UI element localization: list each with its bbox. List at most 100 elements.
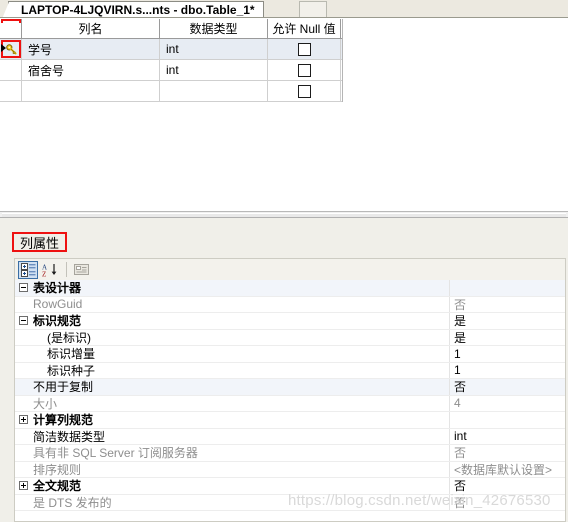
alphabetical-sort-button[interactable]: A Z bbox=[40, 261, 60, 279]
table-row[interactable]: 学号 int bbox=[0, 39, 342, 60]
tab-label: LAPTOP-4LJQVIRN.s...nts - dbo.Table_1* bbox=[21, 3, 255, 17]
property-label: 不用于复制 bbox=[33, 380, 94, 395]
tab-strip-filler bbox=[299, 1, 327, 18]
property-label: 大小 bbox=[33, 396, 58, 411]
property-row-category[interactable]: 计算列规范 bbox=[15, 412, 565, 429]
property-label: 具有非 SQL Server 订阅服务器 bbox=[33, 446, 198, 461]
property-value[interactable]: 是 bbox=[450, 313, 565, 329]
property-row[interactable]: 标识增量 1 bbox=[15, 346, 565, 363]
property-row[interactable]: 简洁数据类型 int bbox=[15, 428, 565, 445]
property-label: 计算列规范 bbox=[33, 413, 94, 428]
property-name: RowGuid bbox=[15, 296, 450, 312]
property-row[interactable]: 排序规则 <数据库默认设置> bbox=[15, 461, 565, 478]
property-row[interactable]: (是标识) 是 bbox=[15, 329, 565, 346]
property-value[interactable]: 是 bbox=[450, 330, 565, 346]
cell-column-name[interactable]: 宿舍号 bbox=[22, 60, 160, 80]
cell-allow-nulls[interactable] bbox=[268, 81, 341, 101]
collapse-expander-icon[interactable] bbox=[19, 316, 28, 325]
property-name: 全文规范 bbox=[15, 478, 450, 494]
table-row[interactable] bbox=[0, 81, 342, 102]
expand-expander-icon[interactable] bbox=[19, 415, 28, 424]
splitter-top-line bbox=[0, 211, 568, 212]
cell-column-name[interactable]: 学号 bbox=[22, 39, 160, 59]
property-name: 是 DTS 发布的 bbox=[15, 494, 450, 510]
row-selector[interactable] bbox=[0, 81, 22, 101]
property-value[interactable]: 1 bbox=[450, 363, 565, 379]
property-name: 标识种子 bbox=[15, 362, 450, 378]
sort-az-icon: A Z bbox=[42, 263, 57, 277]
property-label: 标识种子 bbox=[47, 363, 96, 378]
property-value[interactable]: <数据库默认设置> bbox=[450, 462, 565, 478]
tab-slant-decoration bbox=[2, 2, 9, 19]
property-name: 排序规则 bbox=[15, 461, 450, 477]
property-name: (是标识) bbox=[15, 329, 450, 345]
header-data-type[interactable]: 数据类型 bbox=[160, 19, 268, 38]
current-row-arrow-icon bbox=[1, 44, 6, 52]
cell-allow-nulls[interactable] bbox=[268, 39, 341, 59]
cell-data-type[interactable] bbox=[160, 81, 268, 101]
allow-nulls-checkbox[interactable] bbox=[297, 42, 311, 56]
toolbar-separator bbox=[66, 262, 67, 277]
property-row-category[interactable]: 表设计器 bbox=[15, 280, 565, 297]
horizontal-splitter[interactable] bbox=[0, 211, 568, 218]
ssms-table-designer-window: LAPTOP-4LJQVIRN.s...nts - dbo.Table_1* 列… bbox=[0, 0, 568, 522]
property-row[interactable]: RowGuid 否 bbox=[15, 296, 565, 313]
tab-dbo-table-1[interactable]: LAPTOP-4LJQVIRN.s...nts - dbo.Table_1* bbox=[2, 1, 264, 19]
svg-text:Z: Z bbox=[42, 270, 46, 277]
property-value[interactable]: 否 bbox=[450, 445, 565, 461]
property-row[interactable]: 不用于复制 否 bbox=[15, 379, 565, 396]
property-row[interactable]: 是 DTS 发布的 否 bbox=[15, 494, 565, 511]
collapse-expander-icon[interactable] bbox=[19, 283, 28, 292]
tab-strip: LAPTOP-4LJQVIRN.s...nts - dbo.Table_1* bbox=[0, 0, 568, 19]
property-grid[interactable]: 表设计器 RowGuid 否 标识规范 是 (是标识) 是 标识增量 1 标识种… bbox=[14, 280, 566, 522]
allow-nulls-checkbox[interactable] bbox=[297, 63, 311, 77]
property-row-category[interactable]: 全文规范 否 bbox=[15, 478, 565, 495]
property-row[interactable]: 具有非 SQL Server 订阅服务器 否 bbox=[15, 445, 565, 462]
cell-allow-nulls[interactable] bbox=[268, 60, 341, 80]
column-properties-title: 列属性 bbox=[12, 232, 68, 252]
property-value[interactable]: 否 bbox=[450, 297, 565, 313]
property-row-category[interactable]: 标识规范 是 bbox=[15, 313, 565, 330]
property-label: 标识规范 bbox=[33, 314, 82, 329]
property-value[interactable] bbox=[450, 280, 565, 296]
property-name: 具有非 SQL Server 订阅服务器 bbox=[15, 445, 450, 461]
cell-column-name[interactable] bbox=[22, 81, 160, 101]
property-name: 标识规范 bbox=[15, 313, 450, 329]
property-row[interactable]: 大小 4 bbox=[15, 395, 565, 412]
header-selector-marker bbox=[0, 18, 21, 39]
expand-expander-icon[interactable] bbox=[19, 481, 28, 490]
row-selector[interactable] bbox=[0, 60, 22, 80]
table-row[interactable]: 宿舍号 int bbox=[0, 60, 342, 81]
property-name: 不用于复制 bbox=[15, 379, 450, 395]
property-value[interactable]: 否 bbox=[450, 495, 565, 511]
property-value[interactable]: int bbox=[450, 429, 565, 445]
property-label: 排序规则 bbox=[33, 462, 82, 477]
property-value[interactable]: 4 bbox=[450, 396, 565, 412]
property-grid-toolbar: A Z bbox=[14, 258, 566, 280]
property-name: 简洁数据类型 bbox=[15, 428, 450, 444]
key-glyph bbox=[5, 43, 17, 55]
cell-data-type[interactable]: int bbox=[160, 60, 268, 80]
categorized-icon bbox=[20, 262, 35, 277]
property-pages-icon bbox=[73, 264, 89, 275]
property-label: 标识增量 bbox=[47, 347, 96, 362]
property-value[interactable]: 1 bbox=[450, 346, 565, 362]
property-value[interactable] bbox=[450, 412, 565, 428]
property-pages-button[interactable] bbox=[71, 261, 91, 279]
header-allow-nulls[interactable]: 允许 Null 值 bbox=[268, 19, 341, 38]
header-column-name[interactable]: 列名 bbox=[22, 19, 160, 38]
cell-data-type[interactable]: int bbox=[160, 39, 268, 59]
property-row[interactable]: 标识种子 1 bbox=[15, 362, 565, 379]
row-selector[interactable] bbox=[0, 39, 22, 59]
column-definition-grid: 列名 数据类型 允许 Null 值 学号 int 宿舍号 int bbox=[0, 18, 343, 102]
property-name: 表设计器 bbox=[15, 280, 450, 296]
property-value[interactable]: 否 bbox=[450, 478, 565, 494]
property-value[interactable]: 否 bbox=[450, 379, 565, 395]
categorized-view-button[interactable] bbox=[18, 260, 38, 279]
header-row-selector bbox=[0, 18, 22, 39]
column-grid-header-row: 列名 数据类型 允许 Null 值 bbox=[0, 18, 342, 39]
property-name: 标识增量 bbox=[15, 346, 450, 362]
property-label: 表设计器 bbox=[33, 281, 82, 296]
property-label: (是标识) bbox=[47, 330, 91, 345]
allow-nulls-checkbox[interactable] bbox=[297, 84, 311, 98]
